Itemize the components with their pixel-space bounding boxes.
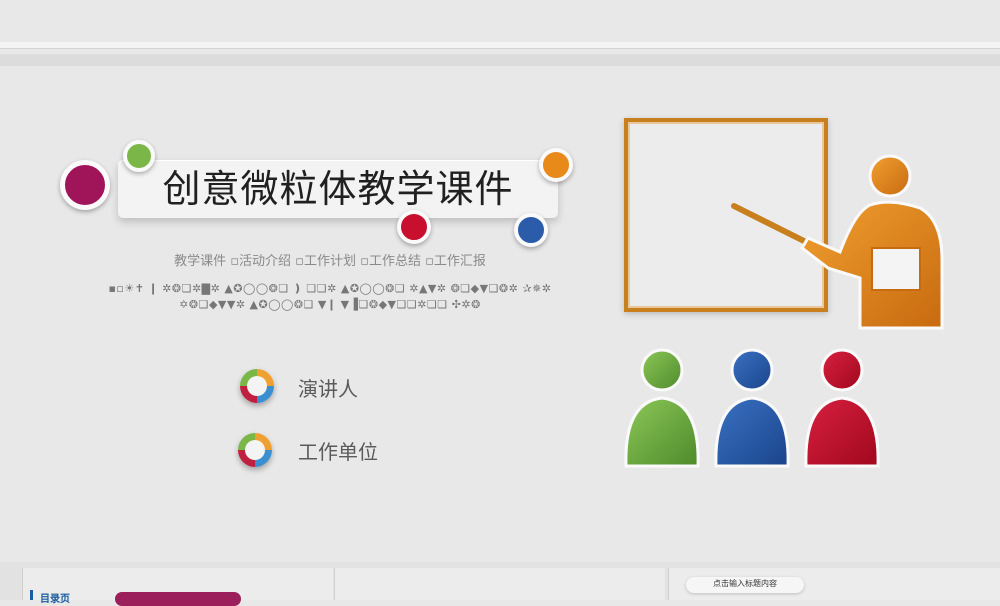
presenter-label: 演讲人 (298, 377, 358, 401)
top-band (0, 54, 1000, 66)
thumbnail-pill (115, 592, 241, 606)
orange-dot (539, 148, 573, 182)
unit-label: 工作单位 (298, 440, 378, 464)
page-title: 创意微粒体教学课件 (162, 167, 514, 211)
subtitle: 教学课件 ▫活动介绍 ▫工作计划 ▫工作总结 ▫工作汇报 (174, 254, 486, 269)
top-divider (0, 42, 1000, 49)
title-box: 创意微粒体教学课件 (118, 160, 558, 218)
red-dot (397, 210, 431, 244)
info-bullet-icon (240, 369, 274, 403)
thumbnail-middle[interactable] (334, 568, 665, 600)
thumbnail-right-caption: 点击输入标题内容 (713, 579, 777, 588)
audience-blue-icon (714, 348, 790, 468)
magenta-dot (60, 160, 110, 210)
presenter-figure-icon (731, 154, 944, 330)
blue-dot (514, 213, 548, 247)
description-line-1: ▪▫☀✝ ❙ ✲❂❏✲▇✲ ▲✪◯◯❂❏ ❫ ❏❏✲ ▲✪◯◯❂❏ ✲▲▼✲ ❂… (108, 282, 552, 295)
audience-red-icon (804, 348, 880, 468)
thumbnail-left-label: 目录页 (40, 594, 70, 605)
green-dot (123, 140, 155, 172)
info-bullet-icon (238, 433, 272, 467)
description-line-2: ✡❂❏◆▼▼✲ ▲✪◯◯❂❏ ▼❙ ▼▐❏❂◆▼❏❏✲❏❏ ✣✲❂ (179, 298, 481, 311)
thumbnail-label-bar (30, 590, 33, 600)
audience-green-icon (624, 348, 700, 468)
